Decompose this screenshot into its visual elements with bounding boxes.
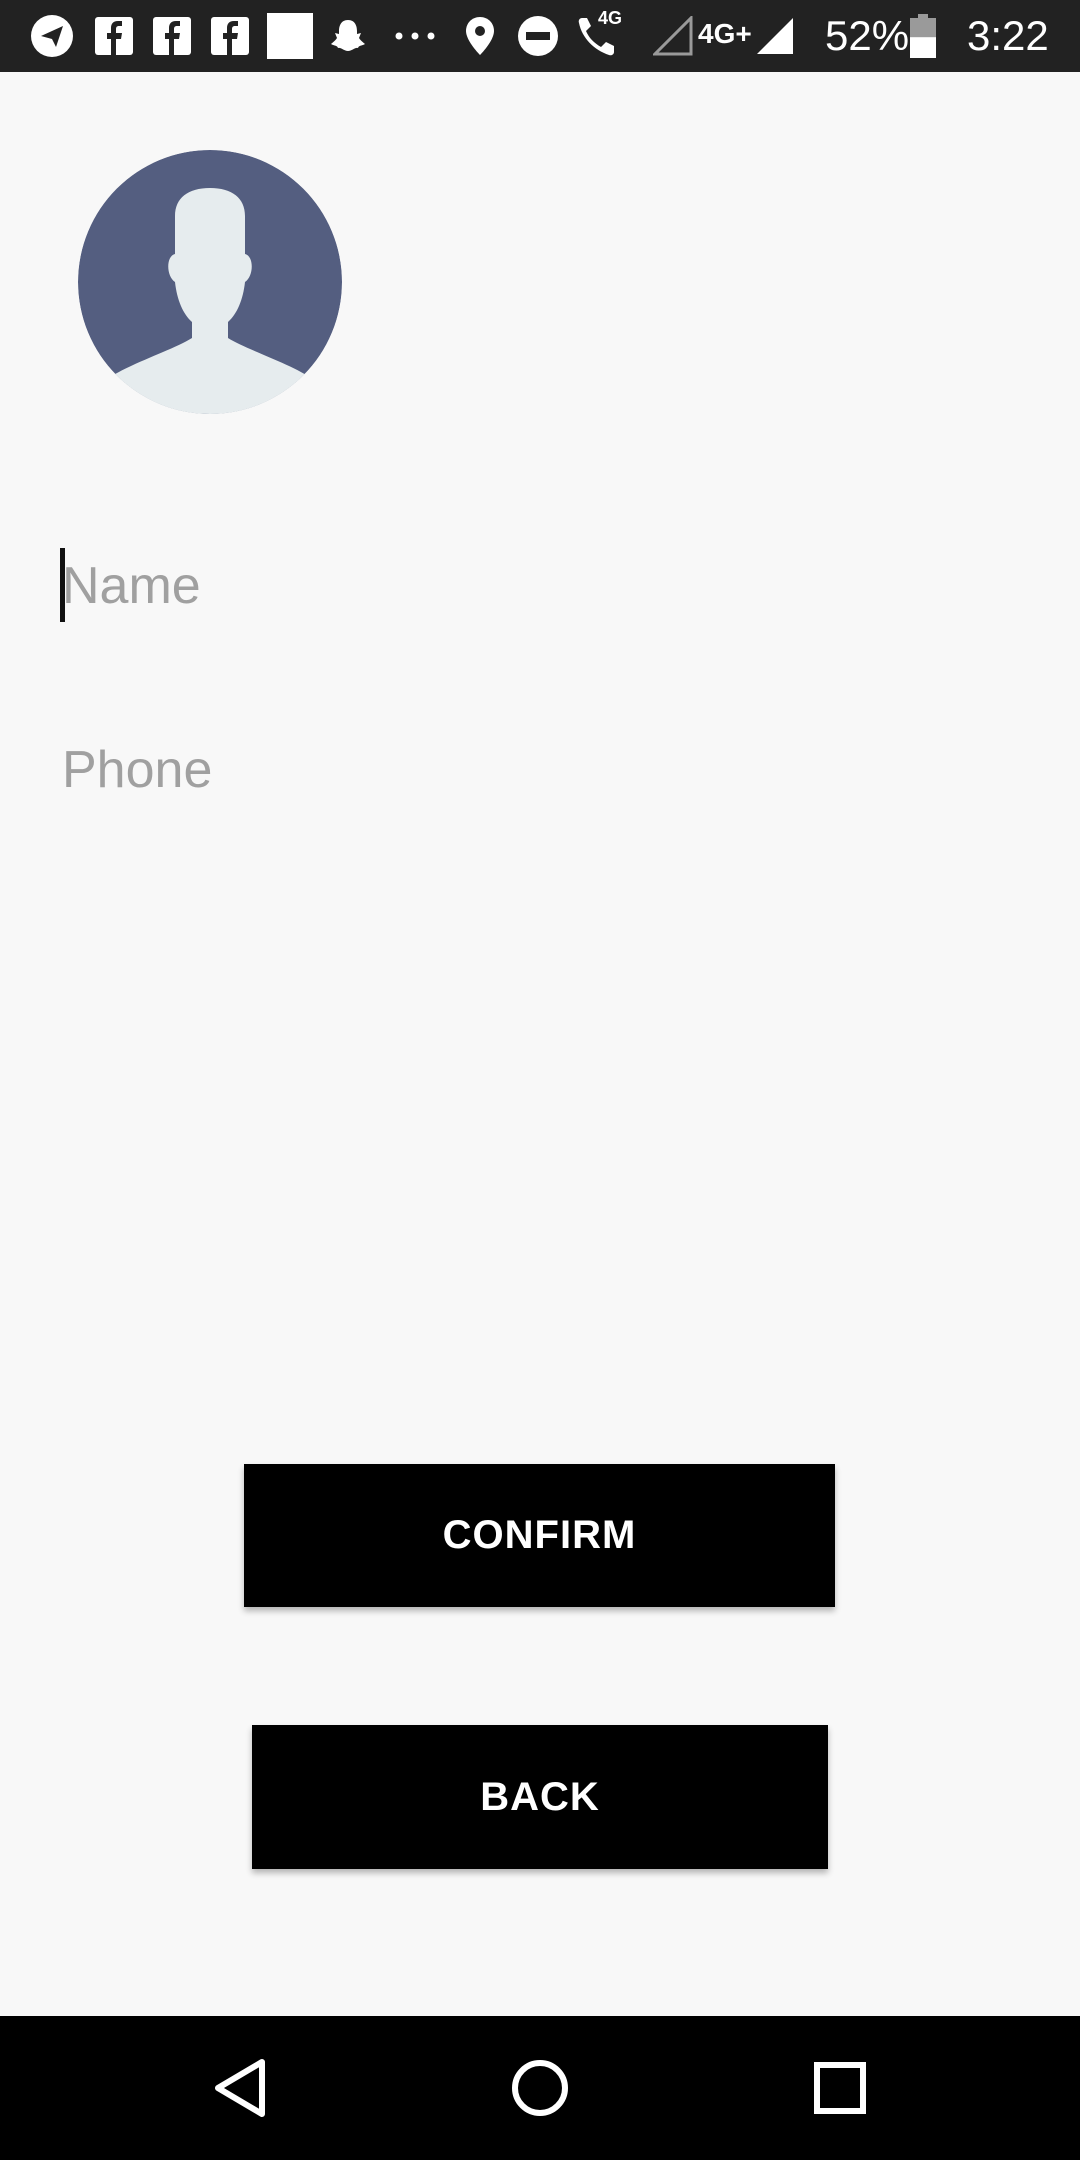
facebook-icon (92, 14, 136, 58)
back-button[interactable]: BACK (252, 1725, 828, 1869)
wifi-call-icon: 4G (576, 8, 626, 58)
status-bar: 4G 4G+ 52% 3:22 (0, 0, 1080, 72)
do-not-disturb-icon (516, 14, 560, 58)
call-network-label: 4G (598, 8, 623, 28)
signal-icon (752, 14, 798, 58)
navigation-bar (0, 2016, 1080, 2160)
blank-square-icon (266, 13, 314, 59)
name-input[interactable] (58, 546, 1022, 626)
signal-empty-icon (650, 14, 696, 58)
facebook-icon (150, 14, 194, 58)
more-dots-icon (390, 14, 440, 58)
network-type-label: 4G+ (698, 18, 752, 49)
snapchat-icon (326, 14, 370, 58)
home-circle-icon[interactable] (490, 2038, 590, 2138)
recents-square-icon[interactable] (790, 2038, 890, 2138)
back-triangle-icon[interactable] (190, 2038, 290, 2138)
battery-percent: 52% (825, 12, 910, 59)
screen: 4G 4G+ 52% 3:22 Name Phone CONFIRM BACK (0, 0, 1080, 2160)
text-cursor (60, 548, 65, 622)
phone-input[interactable] (58, 730, 1022, 810)
default-user-avatar-icon[interactable] (78, 150, 342, 414)
telegram-icon (30, 14, 74, 58)
facebook-icon (208, 14, 252, 58)
clock-time: 3:22 (967, 12, 1049, 59)
confirm-button[interactable]: CONFIRM (244, 1464, 835, 1607)
location-icon (458, 14, 502, 58)
battery-icon (908, 14, 938, 58)
